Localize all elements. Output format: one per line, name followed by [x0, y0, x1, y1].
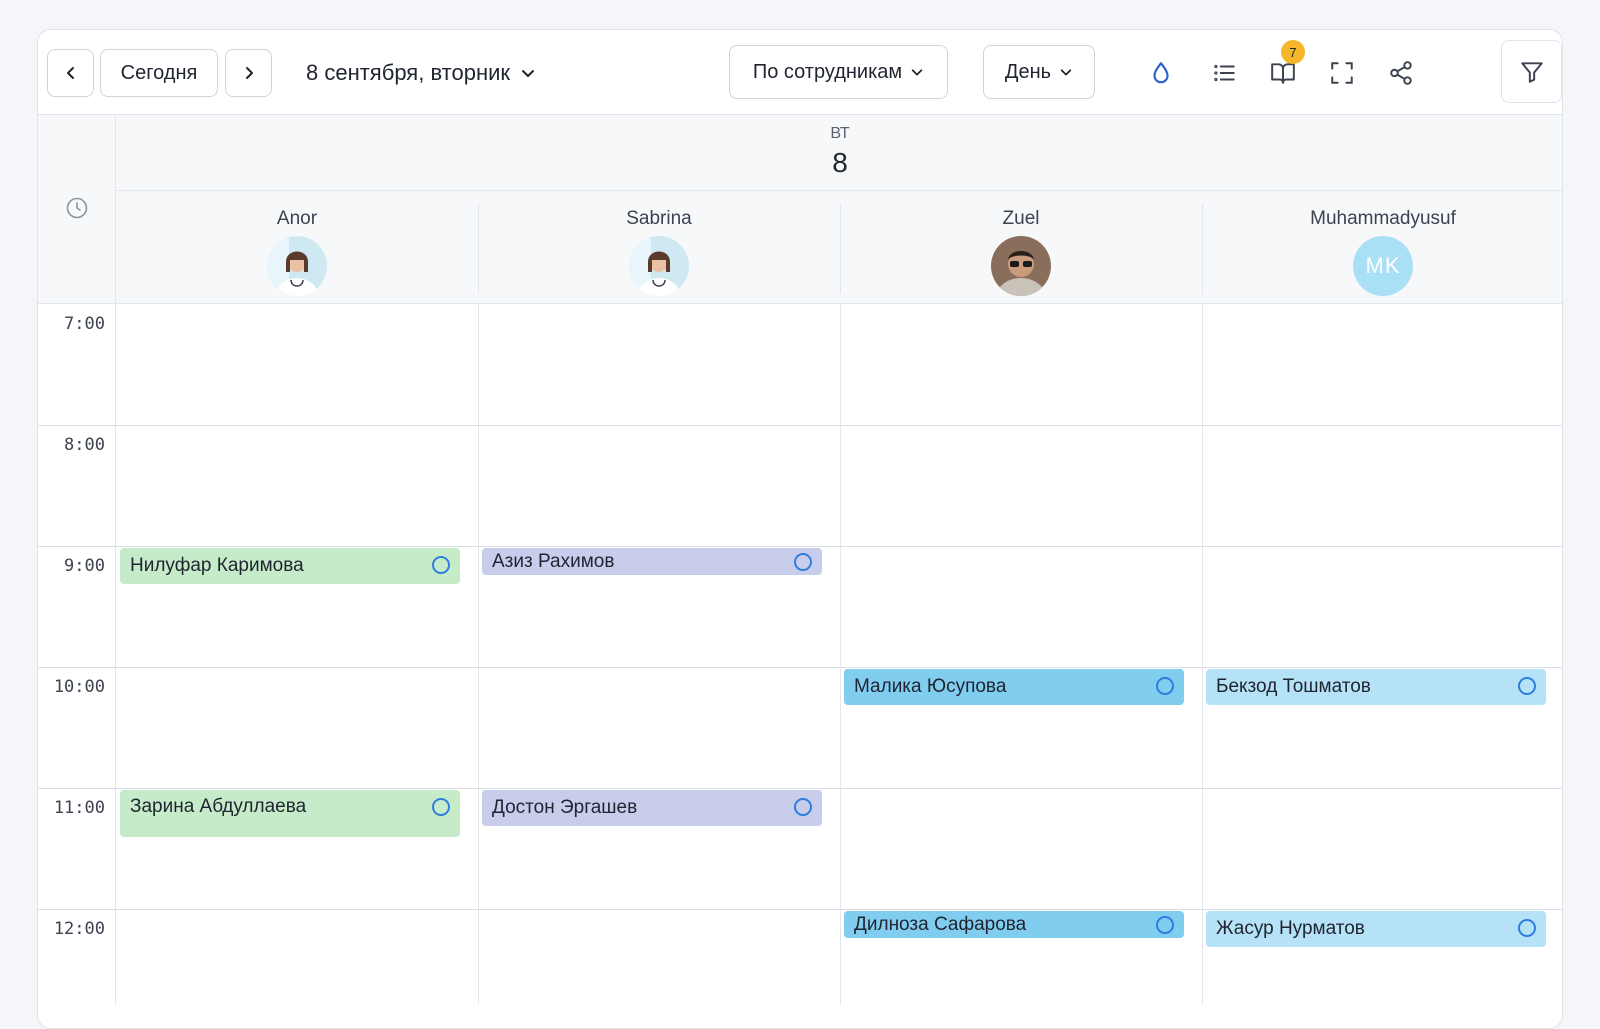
day-header: ВТ 8: [116, 115, 1562, 191]
client-name: Нилуфар Каримова: [130, 555, 304, 576]
appointment-card[interactable]: Зарина Абдуллаева: [120, 790, 460, 837]
appointment-card[interactable]: Достон Эргашев: [482, 790, 822, 826]
chevron-down-icon: [911, 69, 923, 76]
date-picker[interactable]: 8 сентября, вторник: [306, 58, 536, 88]
client-name: Азиз Рахимов: [492, 550, 615, 572]
day-number: 8: [832, 147, 848, 178]
clock-icon: [66, 197, 88, 219]
status-circle-icon[interactable]: [1156, 677, 1174, 695]
staff-column-header[interactable]: Anor: [116, 191, 478, 304]
schedule-grid: 7:00 8:00 9:00 10:00 11:00 12:00 Нилуфар…: [38, 304, 1562, 1004]
day-of-week: ВТ: [830, 125, 850, 142]
appointment-card[interactable]: Жасур Нурматов: [1206, 911, 1546, 947]
avatar: [991, 236, 1051, 296]
status-circle-icon[interactable]: [794, 798, 812, 816]
status-circle-icon[interactable]: [1518, 677, 1536, 695]
avatar: [629, 236, 689, 296]
chevron-down-icon: [1060, 69, 1072, 76]
column-divider: [1562, 304, 1563, 1004]
hour-label: 9:00: [64, 556, 105, 576]
avatar: MK: [1353, 236, 1413, 296]
fullscreen-icon: [1331, 62, 1353, 84]
client-name: Жасур Нурматов: [1216, 918, 1365, 939]
status-circle-icon[interactable]: [1156, 916, 1174, 934]
staff-column-header[interactable]: Sabrina: [478, 191, 840, 304]
notification-badge: 7: [1281, 40, 1305, 64]
hour-label: 8:00: [64, 435, 105, 455]
client-name: Малика Юсупова: [854, 676, 1007, 697]
column-divider: [1202, 304, 1203, 1004]
filter-button[interactable]: [1501, 40, 1562, 103]
appointment-card[interactable]: Бекзод Тошматов: [1206, 669, 1546, 705]
today-button[interactable]: Сегодня: [100, 49, 218, 97]
staff-column-header[interactable]: Zuel: [840, 191, 1202, 304]
hour-label: 7:00: [64, 314, 105, 334]
staff-name: Muhammadyusuf: [1310, 208, 1456, 229]
staff-header-row: Anor Sabrina Zuel Muhammadyusuf MK: [116, 191, 1562, 304]
chevron-down-icon: [522, 70, 535, 77]
group-by-dropdown[interactable]: По сотрудникам: [729, 45, 948, 99]
hour-divider: [38, 546, 1562, 547]
color-mode-button[interactable]: [1144, 56, 1178, 90]
list-view-button[interactable]: [1207, 56, 1241, 90]
drop-icon: [1153, 62, 1169, 84]
appointment-card[interactable]: Малика Юсупова: [844, 669, 1184, 705]
status-circle-icon[interactable]: [794, 553, 812, 571]
avatar: [267, 236, 327, 296]
next-day-button[interactable]: [225, 49, 272, 97]
hour-label: 12:00: [53, 919, 105, 939]
share-button[interactable]: [1384, 56, 1418, 90]
status-circle-icon[interactable]: [432, 556, 450, 574]
current-date-label: 8 сентября, вторник: [306, 60, 511, 85]
appointment-card[interactable]: Дилноза Сафарова: [844, 911, 1184, 938]
view-mode-label: День: [1004, 60, 1052, 83]
hour-divider: [38, 425, 1562, 426]
calendar-card: Сегодня 8 сентября, вторник По сотрудник…: [37, 29, 1563, 1029]
status-circle-icon[interactable]: [432, 798, 450, 816]
column-divider: [478, 304, 479, 1004]
client-name: Достон Эргашев: [492, 797, 638, 818]
calendar-header: ВТ 8 Anor Sabrina Zuel Muhammadyusuf MK: [38, 115, 1562, 304]
hour-divider: [38, 909, 1562, 910]
chevron-right-icon: [245, 67, 253, 79]
hour-label: 11:00: [53, 798, 105, 818]
column-divider: [840, 304, 841, 1004]
time-column: 7:00 8:00 9:00 10:00 11:00 12:00: [38, 304, 116, 1004]
prev-day-button[interactable]: [47, 49, 94, 97]
fullscreen-button[interactable]: [1325, 56, 1359, 90]
client-name: Дилноза Сафарова: [854, 913, 1027, 935]
hour-label: 10:00: [53, 677, 105, 697]
time-gutter-header: [38, 115, 116, 304]
status-circle-icon[interactable]: [1518, 919, 1536, 937]
list-icon: [1214, 64, 1235, 82]
share-icon: [1390, 61, 1412, 85]
hour-divider: [38, 667, 1562, 668]
filter-icon: [1520, 61, 1543, 83]
client-name: Бекзод Тошматов: [1216, 676, 1371, 697]
hour-divider: [38, 788, 1562, 789]
staff-name: Zuel: [1002, 208, 1040, 229]
appointment-card[interactable]: Нилуфар Каримова: [120, 548, 460, 584]
group-by-label: По сотрудникам: [752, 60, 903, 83]
calendar-toolbar: Сегодня 8 сентября, вторник По сотрудник…: [38, 30, 1562, 115]
client-name: Зарина Абдуллаева: [130, 796, 307, 817]
view-mode-dropdown[interactable]: День: [983, 45, 1095, 99]
staff-name: Anor: [276, 208, 318, 229]
appointment-card[interactable]: Азиз Рахимов: [482, 548, 822, 575]
chevron-left-icon: [66, 67, 74, 79]
staff-name: Sabrina: [626, 208, 692, 229]
staff-column-header[interactable]: Muhammadyusuf MK: [1202, 191, 1562, 304]
